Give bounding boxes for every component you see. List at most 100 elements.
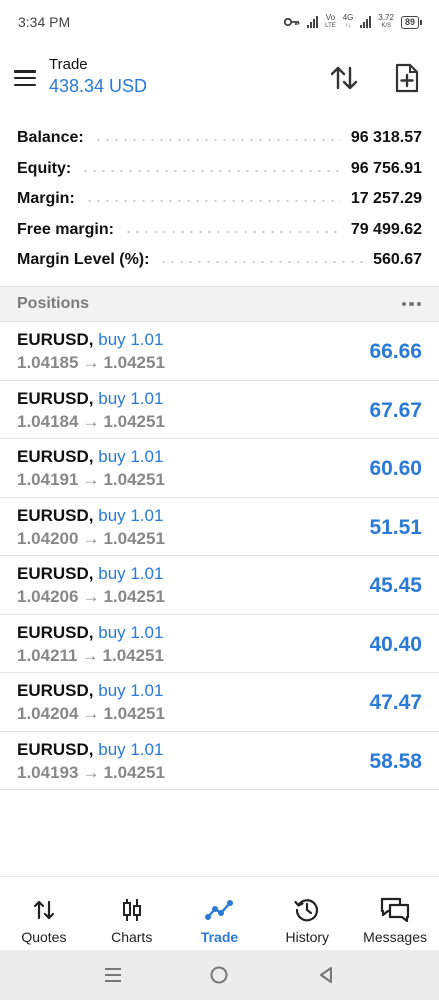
position-side: buy 1.01 — [98, 681, 164, 700]
open-price: 1.04184 — [17, 411, 79, 431]
recent-apps-icon — [105, 968, 122, 982]
position-side: buy 1.01 — [98, 622, 164, 642]
more-options-icon[interactable] — [401, 301, 421, 307]
summary-row-equity: Equity: 96 756.91 — [0, 154, 439, 185]
open-price: 1.04193 — [17, 762, 79, 782]
current-price: 1.04251 — [102, 645, 164, 665]
position-title: EURUSD, buy 1.01 — [17, 564, 163, 584]
network-speed: 3.72 K/S — [378, 13, 394, 30]
position-profit: 40.40 — [369, 632, 422, 656]
position-row[interactable]: EURUSD, buy 1.01 1.04211 → 1.04251 40.40 — [0, 615, 439, 673]
nav-history[interactable]: History — [263, 877, 351, 950]
open-price: 1.04191 — [17, 470, 79, 489]
back-button[interactable] — [311, 960, 341, 990]
open-price: 1.04211 — [17, 645, 78, 665]
header-profit: 438.34 USD — [49, 76, 148, 96]
open-price: 1.04200 — [17, 528, 79, 548]
position-row[interactable]: EURUSD, buy 1.01 1.04193 → 1.04251 58.58 — [0, 732, 439, 790]
signal-icon — [307, 16, 319, 28]
position-prices: 1.04200 → 1.04251 — [17, 529, 165, 549]
position-profit: 47.47 — [369, 691, 422, 714]
position-row[interactable]: EURUSD, buy 1.01 1.04200 → 1.04251 51.51 — [0, 498, 439, 556]
bottom-navigation: Quotes Charts Trade History Messages — [0, 876, 439, 950]
network-gen-indicator: 4G ↑↓ — [342, 13, 354, 30]
nav-trade[interactable]: Trade — [176, 877, 264, 950]
position-row[interactable]: EURUSD, buy 1.01 1.04204 → 1.04251 47.47 — [0, 673, 439, 732]
arrow-icon: → — [82, 704, 100, 723]
summary-row-free-margin: Free margin: 79 499.62 — [0, 215, 439, 246]
new-order-button[interactable] — [391, 62, 423, 94]
current-price: 1.04251 — [103, 528, 165, 548]
nav-label: Messages — [363, 929, 427, 945]
position-side: buy 1.01 — [98, 739, 164, 759]
position-title: EURUSD, buy 1.01 — [17, 447, 163, 467]
position-profit: 67.67 — [369, 398, 422, 422]
page-title: Trade — [49, 56, 88, 73]
menu-icon[interactable] — [14, 70, 36, 86]
current-price: 1.04251 — [103, 470, 165, 489]
position-symbol: EURUSD, — [17, 564, 94, 583]
dotted-leader — [93, 139, 341, 142]
position-prices: 1.04185 → 1.04251 — [17, 353, 165, 373]
arrow-icon: → — [82, 587, 100, 606]
position-title: EURUSD, buy 1.01 — [17, 623, 163, 643]
trade-icon — [205, 897, 234, 923]
history-icon — [294, 897, 320, 923]
position-row[interactable]: EURUSD, buy 1.01 1.04184 → 1.04251 67.67 — [0, 381, 439, 439]
nav-label: Charts — [111, 929, 153, 945]
position-prices: 1.04204 → 1.04251 — [17, 704, 165, 724]
summary-label: Free margin: — [17, 220, 114, 238]
current-price: 1.04251 — [103, 762, 165, 782]
position-side: buy 1.01 — [98, 330, 164, 349]
position-side: buy 1.01 — [98, 447, 164, 466]
position-side: buy 1.01 — [98, 564, 164, 583]
position-row[interactable]: EURUSD, buy 1.01 1.04191 → 1.04251 60.60 — [0, 439, 439, 498]
position-row[interactable]: EURUSD, buy 1.01 1.04206 → 1.04251 45.45 — [0, 556, 439, 615]
dotted-leader — [159, 261, 364, 264]
summary-row-margin: Margin: 17 257.29 — [0, 184, 439, 215]
back-triangle-icon — [319, 967, 332, 983]
sort-arrows-icon — [330, 66, 358, 90]
summary-value: 560.67 — [373, 251, 422, 269]
nav-messages[interactable]: Messages — [351, 877, 439, 950]
summary-value: 96 756.91 — [350, 159, 422, 177]
arrow-icon: → — [82, 762, 100, 782]
current-price: 1.04251 — [103, 587, 165, 606]
position-row[interactable]: EURUSD, buy 1.01 1.04185 → 1.04251 66.66 — [0, 322, 439, 381]
position-prices: 1.04193 → 1.04251 — [17, 763, 165, 783]
home-circle-icon — [210, 966, 228, 984]
position-prices: 1.04211 → 1.04251 — [17, 646, 164, 666]
position-profit: 51.51 — [369, 515, 422, 539]
position-prices: 1.04184 → 1.04251 — [17, 412, 165, 432]
open-price: 1.04206 — [17, 587, 79, 606]
position-title: EURUSD, buy 1.01 — [17, 389, 163, 409]
home-button[interactable] — [204, 960, 234, 990]
nav-charts[interactable]: Charts — [88, 877, 176, 950]
position-profit: 45.45 — [369, 574, 422, 597]
position-title: EURUSD, buy 1.01 — [17, 506, 163, 526]
sort-button[interactable] — [328, 62, 360, 94]
dotted-leader — [123, 230, 341, 233]
arrow-icon: → — [81, 645, 99, 665]
open-price: 1.04204 — [17, 704, 79, 723]
position-side: buy 1.01 — [98, 388, 164, 408]
position-symbol: EURUSD, — [17, 388, 94, 408]
arrow-icon: → — [82, 411, 100, 431]
recent-apps-button[interactable] — [98, 960, 128, 990]
position-symbol: EURUSD, — [17, 447, 94, 466]
position-prices: 1.04206 → 1.04251 — [17, 587, 165, 607]
summary-row-margin-level: Margin Level (%): 560.67 — [0, 245, 439, 276]
dotted-leader — [81, 169, 341, 172]
summary-value: 79 499.62 — [350, 220, 422, 238]
position-profit: 60.60 — [369, 457, 422, 480]
current-price: 1.04251 — [103, 353, 165, 372]
nav-label: Trade — [200, 929, 239, 945]
position-symbol: EURUSD, — [17, 681, 94, 700]
summary-label: Margin: — [17, 190, 75, 208]
quotes-icon — [33, 897, 55, 923]
nav-quotes[interactable]: Quotes — [0, 877, 88, 950]
nav-label: History — [285, 929, 330, 945]
current-price: 1.04251 — [103, 411, 165, 431]
status-bar: 3:34 PM Vo LTE 4G ↑↓ 3.72 K/S 89 — [0, 0, 439, 44]
summary-value: 96 318.57 — [350, 129, 422, 147]
